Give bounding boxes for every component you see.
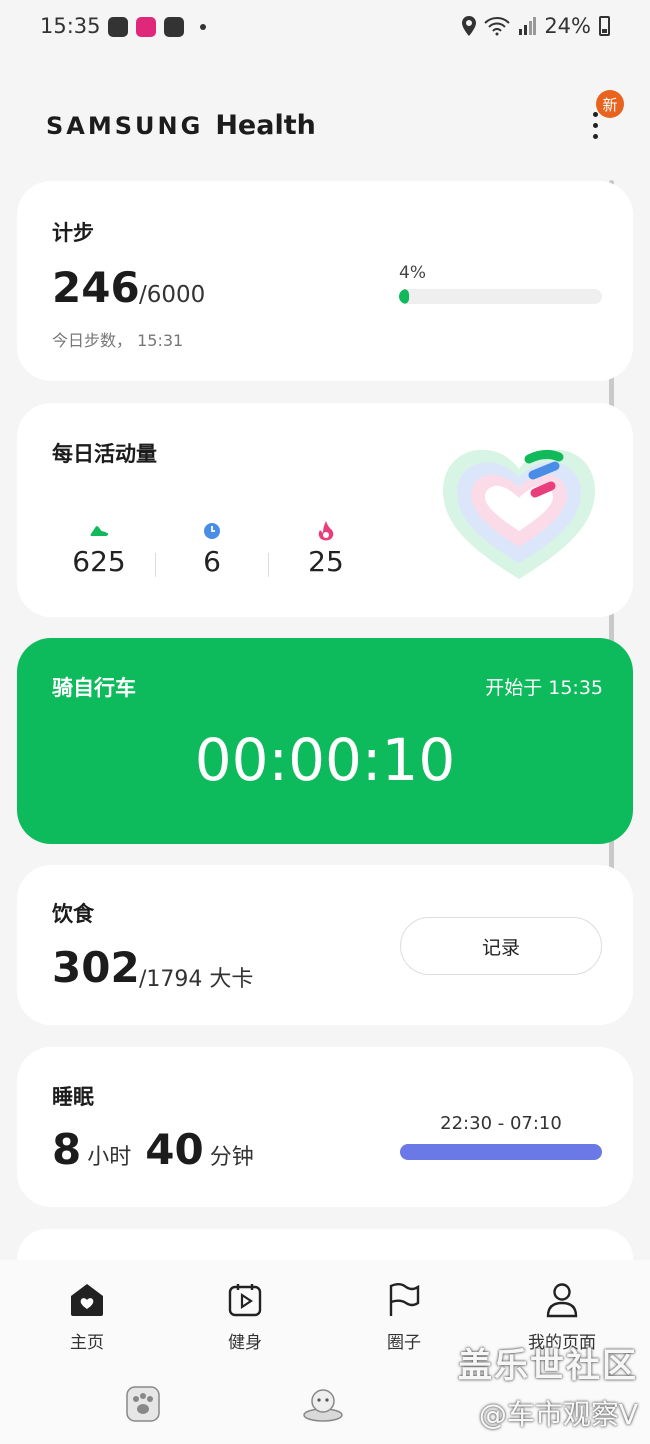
home-heart-icon <box>67 1280 107 1320</box>
signal-icon <box>519 17 537 35</box>
divider <box>268 553 269 577</box>
notification-bag-icon <box>164 17 184 37</box>
battery-percent: 24% <box>544 14 591 38</box>
status-bar: 15:35 24% <box>0 0 650 60</box>
cycling-timer: 00:00:10 <box>194 726 456 794</box>
nav-item-fitness[interactable]: 健身 <box>190 1280 300 1353</box>
nav-label-together: 圈子 <box>387 1333 421 1353</box>
more-options-icon[interactable] <box>590 112 600 142</box>
nav-item-together[interactable]: 圈子 <box>349 1280 459 1353</box>
activity-time-value: 6 <box>203 545 221 578</box>
new-badge: 新 <box>596 90 624 118</box>
activity-steps-value: 625 <box>72 545 126 578</box>
steps-percent: 4% <box>399 263 426 283</box>
steps-title: 计步 <box>52 221 94 245</box>
steps-subtitle: 今日步数， 15:31 <box>52 331 184 350</box>
sleep-minutes: 40 <box>145 1125 204 1174</box>
notification-icons <box>108 17 206 37</box>
watermark-line-2: @车市观察V <box>478 1398 638 1431</box>
sleep-card[interactable]: 睡眠 8 小时 40 分钟 22:30 - 07:10 <box>17 1047 633 1207</box>
activity-heart-rings <box>437 443 601 583</box>
flag-icon <box>384 1280 424 1320</box>
sleep-title: 睡眠 <box>52 1085 94 1109</box>
status-time: 15:35 <box>40 14 101 38</box>
steps-goal: /6000 <box>139 282 206 308</box>
food-card[interactable]: 饮食 302 /1794 大卡 记录 <box>17 865 633 1025</box>
activity-calories-value: 25 <box>308 545 344 578</box>
notification-shop-icon <box>136 17 156 37</box>
app-logo: SAMSUNG Health <box>46 110 316 141</box>
sleep-duration: 8 小时 40 分钟 <box>52 1125 262 1174</box>
sleep-hours-unit: 小时 <box>87 1145 132 1170</box>
cycling-start-time: 开始于 15:35 <box>485 677 603 699</box>
nav-label-home: 主页 <box>70 1333 104 1353</box>
pet-companion-icon[interactable] <box>302 1385 344 1423</box>
notification-check-icon <box>108 17 128 37</box>
steps-progress-fill <box>399 289 410 304</box>
sleep-minutes-unit: 分钟 <box>209 1145 254 1170</box>
paw-icon[interactable] <box>124 1385 162 1423</box>
cycling-workout-card[interactable]: 骑自行车 开始于 15:35 00:00:10 <box>17 638 633 844</box>
food-calories-value: 302 <box>52 943 140 992</box>
record-food-button[interactable]: 记录 <box>400 917 602 975</box>
clock-icon <box>202 521 222 541</box>
daily-activity-card[interactable]: 每日活动量 625 6 25 <box>17 403 633 617</box>
brand-samsung: SAMSUNG <box>46 112 204 140</box>
fitness-play-icon <box>225 1280 265 1320</box>
watermark: 盖乐世社区 @车市观察V <box>458 1338 638 1433</box>
steps-progress-bar <box>399 289 602 304</box>
food-title: 饮食 <box>52 902 94 926</box>
activity-title: 每日活动量 <box>52 442 157 466</box>
nav-label-fitness: 健身 <box>228 1333 262 1353</box>
more-notifications-dot-icon <box>200 24 206 30</box>
cycling-title: 骑自行车 <box>52 676 136 700</box>
location-icon <box>462 16 477 36</box>
food-calories-goal: /1794 大卡 <box>139 967 254 992</box>
activity-stat-steps: 625 <box>43 521 155 578</box>
brand-health: Health <box>215 110 316 141</box>
steps-card[interactable]: 计步 246 /6000 今日步数， 15:31 4% <box>17 181 633 381</box>
person-icon <box>542 1280 582 1320</box>
battery-icon <box>599 16 610 36</box>
steps-count: 246 <box>52 263 140 312</box>
sleep-time-range: 22:30 - 07:10 <box>440 1113 562 1134</box>
sleep-hours: 8 <box>52 1125 82 1174</box>
activity-stat-calories: 25 <box>270 521 382 578</box>
watermark-line-1: 盖乐世社区 <box>458 1346 638 1386</box>
sleep-bar <box>400 1144 602 1160</box>
shoe-icon <box>89 521 109 541</box>
nav-item-home[interactable]: 主页 <box>32 1280 142 1353</box>
wifi-icon <box>484 17 511 36</box>
flame-icon <box>316 521 336 541</box>
activity-stat-time: 6 <box>156 521 268 578</box>
